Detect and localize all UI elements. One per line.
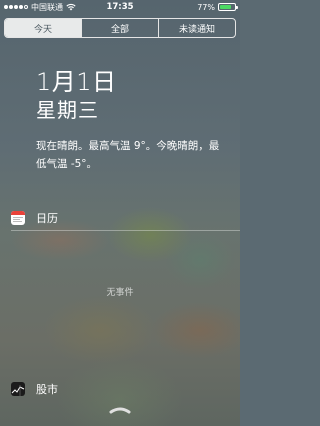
status-bar: 中国联通 17:35 77%	[0, 0, 240, 14]
battery-percent: 77%	[197, 2, 215, 12]
stocks-section-header[interactable]: 股市	[0, 377, 240, 401]
calendar-section-header[interactable]: 日历	[0, 206, 240, 230]
calendar-title: 日历	[36, 212, 58, 225]
battery-indicator: 77%	[197, 2, 238, 12]
today-weekday: 星期三	[36, 98, 99, 122]
weather-summary: 现在晴朗。最高气温 9°。今晚晴朗，最低气温 -5°。	[36, 140, 220, 170]
tab-missed[interactable]: 未读通知	[158, 19, 235, 37]
notification-center-tabs: 今天 全部 未读通知	[4, 18, 236, 38]
calendar-divider	[11, 230, 240, 231]
battery-fill	[220, 5, 231, 9]
tab-today[interactable]: 今天	[5, 19, 81, 37]
today-date: 1月1日	[36, 68, 117, 96]
stocks-icon	[11, 382, 25, 396]
tab-all[interactable]: 全部	[81, 19, 158, 37]
chevron-up-icon	[109, 407, 131, 414]
close-handle[interactable]	[0, 405, 240, 414]
calendar-icon	[11, 211, 25, 225]
no-events-label: 无事件	[106, 288, 134, 298]
stocks-title: 股市	[36, 383, 58, 396]
battery-icon	[218, 3, 238, 11]
